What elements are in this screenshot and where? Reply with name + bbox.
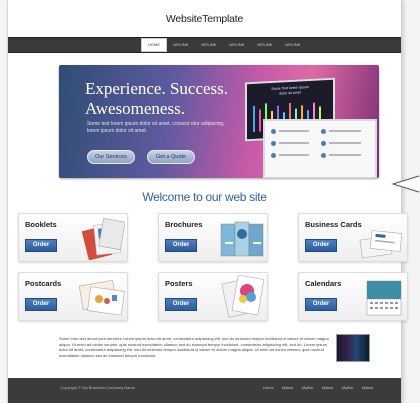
hero-title: Experience. Success. Awesomeness. bbox=[85, 79, 255, 119]
device-bullet-icon bbox=[321, 141, 326, 146]
page-background: WebsiteTemplate home mylink mylink mylin… bbox=[0, 0, 420, 403]
order-business-cards-button[interactable]: Order bbox=[305, 239, 337, 252]
device-screen-front bbox=[263, 119, 377, 178]
device-text-line bbox=[279, 142, 309, 144]
business-cards-image bbox=[359, 230, 403, 259]
footer-link-mylink-2[interactable]: Mylink bbox=[302, 385, 313, 390]
device-text-line bbox=[329, 154, 361, 156]
order-postcards-button[interactable]: Order bbox=[25, 298, 57, 311]
device-bullet-icon bbox=[271, 129, 276, 134]
footer-copyright: Copyright © My Business Company Name bbox=[60, 385, 135, 390]
device-text-line bbox=[329, 142, 361, 144]
intro-thumbnail-image bbox=[336, 334, 370, 362]
product-title: Booklets bbox=[25, 220, 57, 229]
footer-link-mylink-3[interactable]: Mylink bbox=[322, 385, 333, 390]
booklets-image bbox=[81, 218, 125, 260]
product-title: Postcards bbox=[25, 279, 62, 288]
device-text-line bbox=[279, 130, 309, 132]
footer-link-home[interactable]: Home bbox=[263, 385, 274, 390]
product-title: Brochures bbox=[165, 220, 203, 229]
hero-title-line-2: Awesomeness. bbox=[85, 99, 185, 118]
product-title: Business Cards bbox=[305, 220, 362, 229]
product-card-posters: Posters Order bbox=[158, 272, 268, 321]
footer-link-mylink-4[interactable]: Mylink bbox=[342, 385, 353, 390]
hero-subtitle: Some text lorem ipsum dolor sit amet, co… bbox=[87, 121, 225, 134]
get-a-quote-button[interactable]: Get a Quote bbox=[147, 150, 195, 164]
device-bullet-icon bbox=[321, 153, 326, 158]
device-bullet-icon bbox=[271, 153, 276, 158]
product-card-brochures: Brochures Order bbox=[158, 213, 268, 262]
device-text-line bbox=[329, 130, 361, 132]
product-card-booklets: Booklets Order bbox=[18, 213, 128, 262]
nav-item-mylink-2[interactable]: mylink bbox=[197, 40, 221, 50]
nav-item-mylink-5[interactable]: mylink bbox=[281, 40, 305, 50]
order-brochures-button[interactable]: Order bbox=[165, 239, 197, 252]
welcome-heading: Welcome to our web site bbox=[142, 190, 267, 204]
device-bullet-icon bbox=[271, 141, 276, 146]
footer: Copyright © My Business Company Name Hom… bbox=[8, 378, 401, 403]
order-booklets-button[interactable]: Order bbox=[25, 239, 57, 252]
product-card-calendars: Calendars Order bbox=[298, 272, 408, 321]
pointer-callout-icon bbox=[391, 175, 420, 193]
order-posters-button[interactable]: Order bbox=[165, 298, 197, 311]
hero-banner: Experience. Success. Awesomeness. Some t… bbox=[59, 65, 379, 178]
device-bullet-icon bbox=[321, 129, 326, 134]
order-calendars-button[interactable]: Order bbox=[305, 298, 337, 311]
nav-item-mylink-1[interactable]: mylink bbox=[169, 40, 193, 50]
product-card-postcards: Postcards Order bbox=[18, 272, 128, 321]
posters-image bbox=[221, 275, 265, 318]
intro-paragraph: Some intro text about your services Lore… bbox=[59, 336, 329, 358]
nav-item-mylink-3[interactable]: mylink bbox=[225, 40, 249, 50]
product-card-business-cards: Business Cards Order bbox=[298, 213, 408, 262]
our-services-button[interactable]: Our Services bbox=[87, 150, 135, 164]
postcards-image bbox=[79, 279, 125, 316]
main-navigation: home mylink mylink mylink mylink mylink bbox=[8, 37, 401, 53]
site-title: WebsiteTemplate bbox=[165, 13, 244, 25]
calendars-image bbox=[366, 280, 402, 316]
footer-link-mylink-5[interactable]: Mylink bbox=[362, 385, 373, 390]
product-title: Calendars bbox=[305, 279, 342, 288]
device-text-line bbox=[279, 154, 309, 156]
nav-item-mylink-4[interactable]: mylink bbox=[253, 40, 277, 50]
nav-item-home[interactable]: home bbox=[141, 38, 167, 52]
device-screen-title: Some Text lorem ipsum dolor sit amet bbox=[271, 85, 309, 96]
footer-link-mylink-1[interactable]: Mylink bbox=[282, 385, 293, 390]
brochures-image bbox=[220, 221, 264, 257]
hero-title-line-1: Experience. Success. bbox=[85, 79, 229, 98]
website-template: WebsiteTemplate home mylink mylink mylin… bbox=[7, 0, 408, 403]
product-title: Posters bbox=[165, 279, 193, 288]
